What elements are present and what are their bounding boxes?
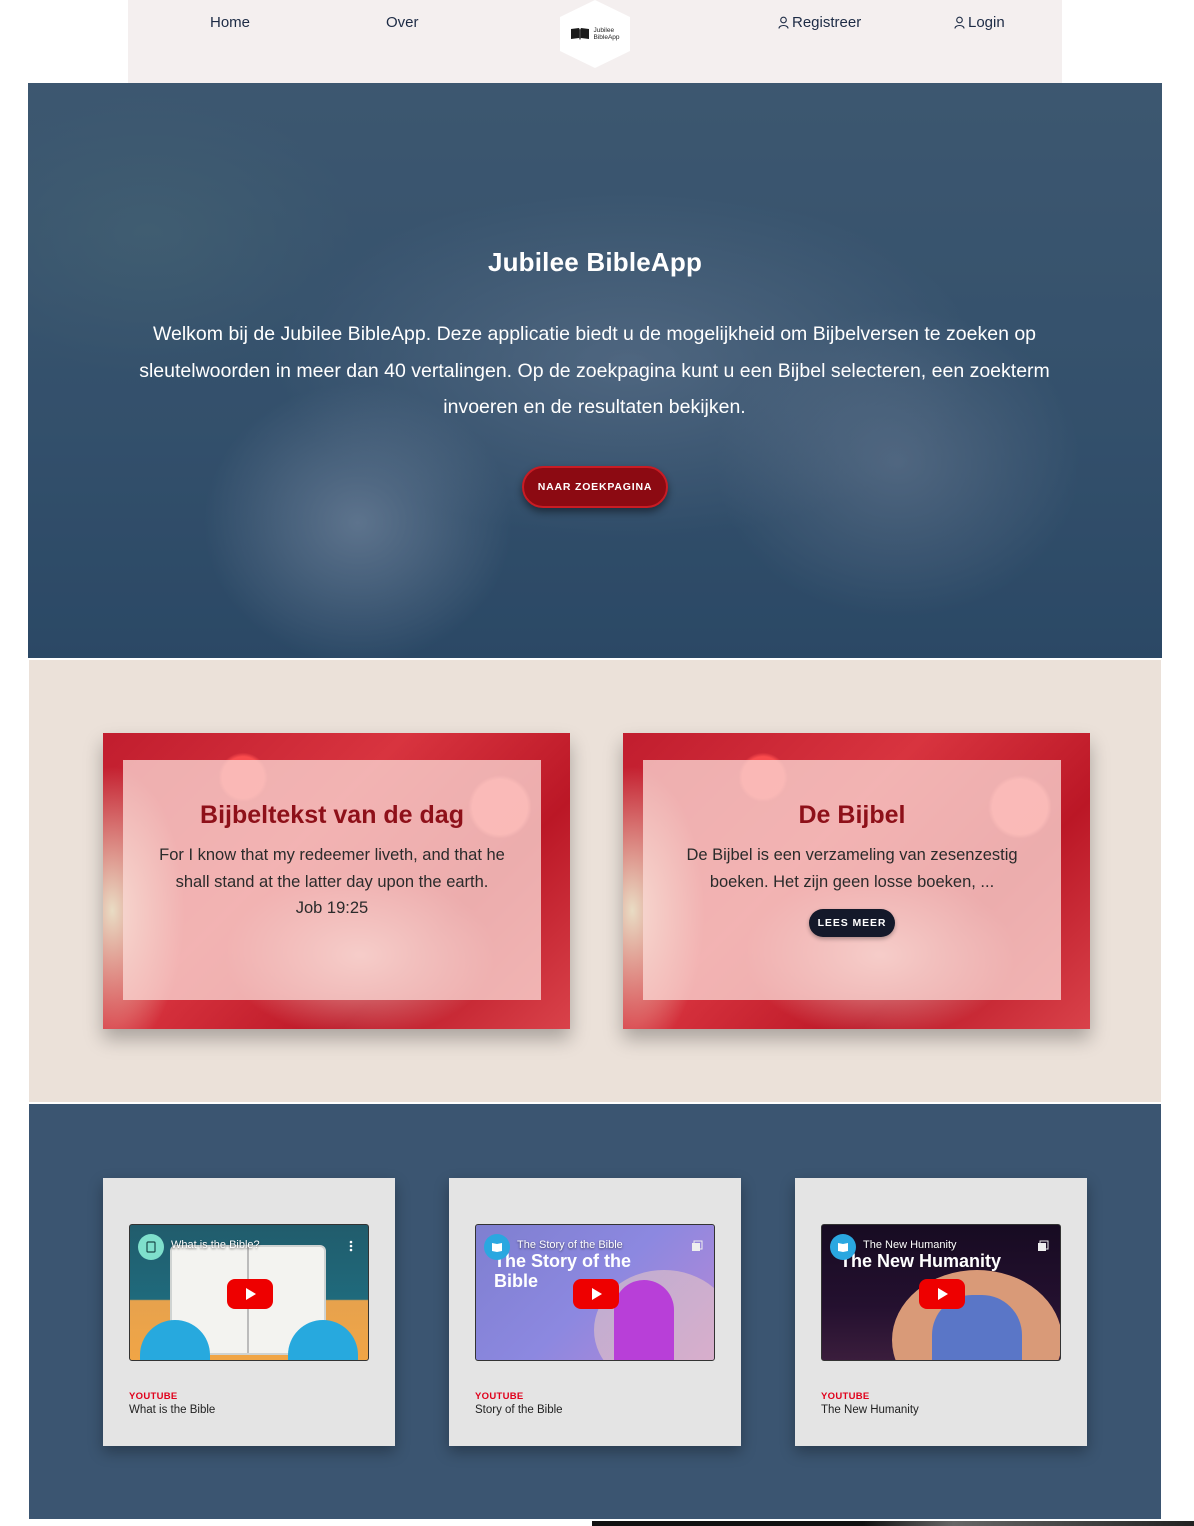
thumbnail-title-text: The New Humanity (840, 1251, 1002, 1271)
logo-text-line-2: BibleApp (593, 34, 620, 41)
user-icon (778, 16, 789, 29)
logo-text-line-1: Jubilee (593, 27, 615, 34)
video-embed-title[interactable]: The Story of the Bible (517, 1239, 623, 1251)
video-embed-title[interactable]: The New Humanity (863, 1239, 957, 1251)
verse-card-panel: Bijbeltekst van de dag For I know that m… (123, 760, 541, 1000)
play-icon (938, 1288, 948, 1300)
bible-card-panel: De Bijbel De Bijbel is een verzameling v… (643, 760, 1061, 1000)
video-source-label: YOUTUBE (821, 1391, 870, 1402)
bible-logo-icon (571, 28, 590, 40)
nav-home-link[interactable]: Home (210, 14, 250, 31)
play-button[interactable] (919, 1279, 965, 1309)
nav-login-label: Login (968, 14, 1005, 31)
video-name: Story of the Bible (475, 1404, 563, 1416)
verse-text: For I know that my redeemer liveth, and … (159, 846, 505, 891)
nav-register-link[interactable]: Registreer (778, 14, 861, 31)
video-embed-the-new-humanity[interactable]: The New Humanity The New Humanity (821, 1224, 1061, 1361)
bible-card-title: De Bijbel (798, 801, 906, 829)
video-embed-what-is-the-bible[interactable]: What is the Bible? (129, 1224, 369, 1361)
hero-title: Jubilee BibleApp (487, 247, 703, 277)
top-navigation: Home Over Jubilee BibleApp Registreer Lo… (128, 0, 1062, 83)
verse-of-the-day-card: Bijbeltekst van de dag For I know that m… (103, 733, 570, 1029)
video-embed-story-of-the-bible[interactable]: The Story of the Bible The Story of the … (475, 1224, 715, 1361)
verse-reference: Job 19:25 (295, 899, 369, 917)
video-name: The New Humanity (821, 1404, 919, 1416)
nav-over-label: Over (386, 14, 419, 31)
channel-avatar-icon[interactable] (484, 1234, 510, 1260)
hero-banner: Jubilee BibleApp Welkom bij de Jubilee B… (28, 83, 1162, 658)
next-section-edge (592, 1521, 1194, 1526)
video-card: The Story of the Bible The Story of the … (449, 1178, 741, 1446)
read-more-button[interactable]: LEES MEER (809, 909, 895, 937)
play-icon (246, 1288, 256, 1300)
playlist-icon[interactable] (690, 1239, 704, 1253)
video-section: What is the Bible? YOUTUBE What is the B… (29, 1104, 1161, 1519)
hero-intro-text: Welkom bij de Jubilee BibleApp. Deze app… (139, 323, 1050, 418)
video-card: What is the Bible? YOUTUBE What is the B… (103, 1178, 395, 1446)
bible-info-card: De Bijbel De Bijbel is een verzameling v… (623, 733, 1090, 1029)
nav-register-label: Registreer (792, 14, 862, 31)
nav-over-link[interactable]: Over (386, 14, 419, 31)
bible-card-text: De Bijbel is een verzameling van zesenze… (686, 846, 1018, 891)
play-button[interactable] (227, 1279, 273, 1309)
channel-avatar-icon[interactable] (138, 1234, 164, 1260)
play-icon (592, 1288, 602, 1300)
video-source-label: YOUTUBE (475, 1391, 524, 1402)
channel-avatar-icon[interactable] (830, 1234, 856, 1260)
thumbnail-figure (614, 1280, 674, 1360)
nav-home-label: Home (210, 14, 251, 31)
verse-card-title: Bijbeltekst van de dag (200, 801, 464, 829)
site-logo[interactable]: Jubilee BibleApp (558, 0, 632, 68)
video-source-label: YOUTUBE (129, 1391, 178, 1402)
cards-section: Bijbeltekst van de dag For I know that m… (29, 660, 1161, 1102)
video-embed-title[interactable]: What is the Bible? (171, 1239, 260, 1251)
more-vert-icon[interactable] (344, 1239, 358, 1253)
video-name: What is the Bible (129, 1404, 216, 1416)
nav-login-link[interactable]: Login (954, 14, 1005, 31)
play-button[interactable] (573, 1279, 619, 1309)
video-card: The New Humanity The New Humanity YOUTUB… (795, 1178, 1087, 1446)
search-page-button[interactable]: NAAR ZOEKPAGINA (522, 466, 668, 508)
user-icon (954, 16, 965, 29)
playlist-icon[interactable] (1036, 1239, 1050, 1253)
